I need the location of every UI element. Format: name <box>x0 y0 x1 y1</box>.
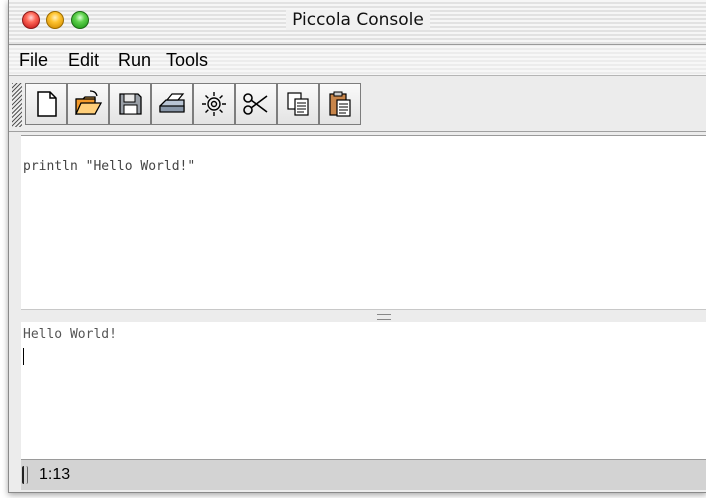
status-bar: 1:13 <box>21 460 706 490</box>
copy-button[interactable] <box>277 83 319 125</box>
menu-tools[interactable]: Tools <box>166 50 208 71</box>
menu-edit[interactable]: Edit <box>68 50 99 71</box>
window-title: Piccola Console <box>286 10 430 30</box>
copy-icon <box>287 92 309 116</box>
pane-splitter[interactable] <box>21 309 706 323</box>
new-file-button[interactable] <box>25 83 67 125</box>
console-window: Piccola Console File Edit Run Tools prin… <box>8 0 706 493</box>
open-folder-icon <box>74 90 103 115</box>
paste-icon <box>329 91 351 117</box>
paste-button[interactable] <box>319 83 361 125</box>
menu-run[interactable]: Run <box>118 50 151 71</box>
toolbar <box>9 77 706 132</box>
open-file-button[interactable] <box>67 83 109 125</box>
toolbar-drag-handle[interactable] <box>12 83 22 127</box>
code-editor[interactable]: println "Hello World!" <box>21 135 706 310</box>
print-icon <box>159 93 185 113</box>
save-disk-icon <box>119 93 142 115</box>
output-line: Hello World! <box>23 327 117 342</box>
save-button[interactable] <box>109 83 151 125</box>
new-file-icon <box>37 91 57 117</box>
settings-button[interactable] <box>193 83 235 125</box>
output-console[interactable]: Hello World! <box>21 322 706 460</box>
menu-file[interactable]: File <box>19 50 48 71</box>
settings-gear-icon <box>202 92 226 116</box>
cut-scissors-icon <box>243 93 268 115</box>
splitter-grip-icon[interactable] <box>377 314 391 320</box>
print-button[interactable] <box>151 83 193 125</box>
text-caret <box>23 348 24 365</box>
cut-button[interactable] <box>235 83 277 125</box>
cursor-position: 1:13 <box>39 466 71 483</box>
menu-bar: File Edit Run Tools <box>9 46 706 76</box>
editor-code-line[interactable]: println "Hello World!" <box>23 159 195 174</box>
status-resize-icon[interactable] <box>22 466 28 484</box>
title-bar[interactable]: Piccola Console <box>9 0 706 45</box>
